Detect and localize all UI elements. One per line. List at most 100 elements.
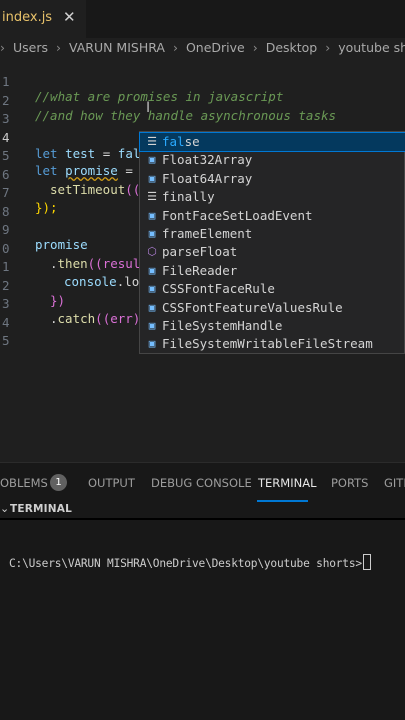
code-function: setTimeout xyxy=(50,181,126,197)
code-keyword: let xyxy=(35,163,58,178)
autocomplete-suggestions[interactable]: ☰ false ▣ Float32Array ▣ Float64Array ☰ … xyxy=(139,131,405,354)
code-variable: promise xyxy=(35,237,88,252)
variable-icon: ▣ xyxy=(148,282,156,296)
tab-debug-console[interactable]: DEBUG CONSOLE xyxy=(151,476,252,490)
tab-filename: index.js xyxy=(2,10,53,25)
suggestion-rest: se xyxy=(184,134,200,149)
breadcrumb-item[interactable]: youtube shorts xyxy=(338,40,405,55)
tab-problems[interactable]: OBLEMS xyxy=(0,476,48,490)
breadcrumb-item[interactable]: VARUN MISHRA xyxy=(69,40,165,55)
chevron-down-icon[interactable]: ⌄ xyxy=(0,502,9,515)
code-line: 2 }) xyxy=(0,263,65,308)
suggestion-label: FileReader xyxy=(162,262,238,278)
code-line: 5 xyxy=(0,318,30,348)
breadcrumb-item[interactable]: Users xyxy=(13,40,48,55)
keyword-icon: ☰ xyxy=(147,135,157,148)
variable-icon: ▣ xyxy=(148,208,156,222)
tab-bar: index.js ✕ xyxy=(0,0,405,39)
terminal-section-title: TERMINAL xyxy=(10,503,72,515)
variable-icon: ▣ xyxy=(148,227,156,240)
suggestion-item[interactable]: ⬡ parseFloat xyxy=(140,243,405,261)
code-line-active: 4 let test = fal xyxy=(0,115,142,161)
code-line: 4 xyxy=(0,300,30,330)
problems-count-badge: 1 xyxy=(50,474,67,491)
variable-icon: ▣ xyxy=(148,300,156,314)
suggestion-label: frameElement xyxy=(162,226,253,241)
terminal-section-header[interactable]: ⌄ TERMINAL xyxy=(0,502,405,518)
code-operator: . xyxy=(50,255,58,271)
code-line: 1 //what are promises in javascript xyxy=(0,59,283,104)
code-line: 6 setTimeout(( xyxy=(0,152,140,197)
suggestion-match: fal xyxy=(162,134,185,149)
breadcrumb-item[interactable]: Desktop xyxy=(266,40,318,55)
suggestion-item[interactable]: ▣ CSSFontFaceRule xyxy=(140,280,405,298)
code-function: then xyxy=(57,255,88,271)
code-function: catch xyxy=(57,311,96,326)
suggestion-label: Float32Array xyxy=(162,152,253,168)
terminal-cursor xyxy=(362,554,371,570)
suggestion-item[interactable]: ▣ FileSystemHandle xyxy=(140,317,405,335)
variable-icon: ▣ xyxy=(148,337,156,351)
suggestion-label: FileSystemHandle xyxy=(162,318,283,333)
code-comment: //what are promises in javascript xyxy=(35,89,284,104)
code-bracket: ((err) xyxy=(95,311,141,326)
code-variable: test xyxy=(65,145,96,161)
variable-icon: ▣ xyxy=(148,153,156,167)
suggestion-item[interactable]: ☰ finally xyxy=(140,188,405,206)
code-variable: promise xyxy=(65,163,118,178)
tab-terminal[interactable]: TERMINAL xyxy=(258,476,316,490)
tab-output[interactable]: OUTPUT xyxy=(88,476,135,490)
code-comment: //and how they handle asynchronous tasks xyxy=(35,107,337,123)
suggestion-item[interactable]: ▣ FontFaceSetLoadEvent xyxy=(140,207,405,225)
breadcrumb: › Users › VARUN MISHRA › OneDrive › Desk… xyxy=(0,40,405,60)
suggestion-item[interactable]: ▣ Float32Array xyxy=(140,151,405,169)
suggestion-label: FontFaceSetLoadEvent xyxy=(162,207,313,223)
keyword-icon: ☰ xyxy=(147,190,157,204)
mouse-ibeam-icon: I xyxy=(146,100,151,116)
variable-icon: ▣ xyxy=(148,263,156,277)
code-line: 7 }); xyxy=(0,170,58,215)
suggestion-label: finally xyxy=(162,189,215,205)
breadcrumb-item[interactable]: OneDrive xyxy=(186,40,245,55)
suggestion-label: CSSFontFeatureValuesRule xyxy=(162,299,343,315)
code-line: 9 promise xyxy=(0,207,88,252)
suggestion-label: Float64Array xyxy=(162,170,253,186)
code-line: 3 .catch((err) xyxy=(0,281,140,326)
code-member: .lo xyxy=(116,274,140,289)
terminal-output[interactable]: C:\Users\VARUN MISHRA\OneDrive\Desktop\y… xyxy=(0,520,405,720)
suggestion-item[interactable]: ▣ FileSystemWritableFileStream xyxy=(140,335,405,353)
code-operator: . xyxy=(50,311,58,326)
code-line: 0 .then((resul xyxy=(0,226,140,271)
line-number: 5 xyxy=(2,333,10,348)
suggestion-item[interactable]: ▣ Float64Array xyxy=(140,170,405,188)
code-keyword: let xyxy=(35,145,58,161)
code-bracket: }) xyxy=(50,292,66,308)
code-bracket: ((resul xyxy=(87,255,141,271)
suggestion-label: FileSystemWritableFileStream xyxy=(162,336,373,352)
editor-tab-index-js[interactable]: index.js ✕ xyxy=(0,0,86,39)
tab-ports[interactable]: PORTS xyxy=(331,476,368,490)
code-variable: console xyxy=(64,274,117,289)
suggestion-label: CSSFontFaceRule xyxy=(162,281,275,297)
code-bracket: }); xyxy=(35,200,58,215)
code-line: 3 xyxy=(0,96,30,126)
suggestion-item[interactable]: ▣ CSSFontFeatureValuesRule xyxy=(140,299,405,317)
variable-icon: ▣ xyxy=(148,319,156,332)
code-operator: = xyxy=(95,145,118,161)
terminal-prompt: C:\Users\VARUN MISHRA\OneDrive\Desktop\y… xyxy=(9,554,371,570)
variable-icon: ▣ xyxy=(148,171,156,185)
tab-gitlens[interactable]: GITL xyxy=(384,476,405,490)
method-icon: ⬡ xyxy=(147,245,157,259)
code-line: 1 console.lo xyxy=(0,244,139,289)
suggestion-item[interactable]: ▣ frameElement xyxy=(140,225,405,243)
close-icon[interactable]: ✕ xyxy=(63,8,76,26)
chevron-right-icon: › xyxy=(172,40,178,55)
code-line: 5 let promise = ( xyxy=(0,133,148,178)
panel-tab-bar: OBLEMS 1 OUTPUT DEBUG CONSOLE TERMINAL P… xyxy=(0,462,405,503)
suggestion-item-false[interactable]: ☰ false xyxy=(139,131,405,153)
code-typed-text: fal xyxy=(117,145,141,161)
code-line: 2 //and how they handle asynchronous tas… xyxy=(0,78,336,123)
chevron-right-icon: › xyxy=(325,40,331,55)
suggestion-item[interactable]: ▣ FileReader xyxy=(140,262,405,280)
code-line: 8 xyxy=(0,189,30,219)
